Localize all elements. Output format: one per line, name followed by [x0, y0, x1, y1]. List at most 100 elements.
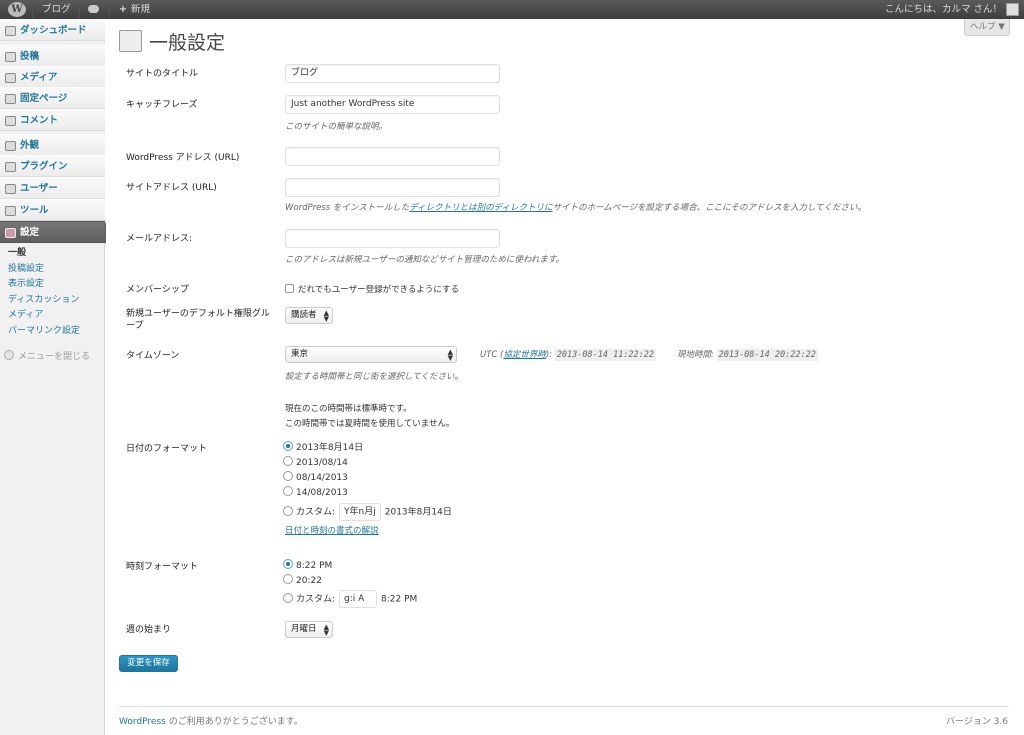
submenu-permalinks[interactable]: パーマリンク設定 [0, 324, 105, 340]
site-title-input[interactable]: ブログ [285, 64, 500, 83]
menu-pages[interactable]: 固定ページ [0, 87, 105, 109]
wordpress-logo-icon[interactable]: W [8, 2, 26, 17]
custom-label: カスタム: [296, 507, 336, 518]
desc-text: WordPress をインストールした [285, 203, 410, 213]
greeting-text[interactable]: こんにちは、カルマ さん！ [885, 0, 1002, 19]
date-format-option[interactable]: 08/14/2013 [283, 471, 348, 484]
menu-label: ダッシュボード [20, 25, 87, 36]
local-label: 現地時間: [677, 350, 714, 360]
submenu-discussion[interactable]: ディスカッション [0, 293, 105, 309]
select-arrows-icon: ▲ ▼ [323, 309, 329, 323]
submenu-media[interactable]: メディア [0, 308, 105, 324]
wp-address-label: WordPress アドレス (URL) [126, 153, 240, 163]
site-title-label: サイトのタイトル [126, 69, 199, 79]
menu-users[interactable]: ユーザー [0, 177, 105, 199]
avatar-icon[interactable] [1006, 3, 1019, 16]
menu-label: メディア [20, 72, 58, 83]
submenu-reading[interactable]: 表示設定 [0, 277, 105, 293]
plus-icon: + [119, 4, 127, 15]
comments-icon[interactable] [88, 5, 99, 13]
time-format-label: 時刻フォーマット [126, 562, 199, 572]
appearance-icon [5, 141, 16, 151]
local-time: 2013-08-14 20:22:22 [716, 349, 818, 361]
tagline-label: キャッチフレーズ [126, 100, 198, 110]
collapse-arrow-icon [4, 350, 14, 360]
wordpress-link[interactable]: WordPress [119, 717, 166, 727]
membership-checkbox[interactable] [285, 284, 294, 293]
email-input[interactable] [285, 229, 500, 248]
menu-tools[interactable]: ツール [0, 199, 105, 221]
menu-label: 外観 [20, 140, 40, 151]
date-format-option[interactable]: 2013年8月14日 [283, 441, 363, 454]
radio-button[interactable] [283, 471, 293, 481]
menu-comments[interactable]: コメント [0, 109, 105, 131]
date-format-option[interactable]: 2013/08/14 [283, 456, 348, 469]
help-tab-button[interactable]: ヘルプ ▼ [964, 19, 1010, 36]
option-label: 20:22 [296, 576, 322, 586]
menu-label: プラグイン [20, 161, 68, 172]
option-label: 14/08/2013 [296, 488, 348, 498]
submenu-general[interactable]: 一般 [0, 246, 105, 262]
timezone-utc: UTC (協定世界時): 2013-08-14 11:22:22 [480, 348, 657, 361]
custom-time-input[interactable]: g:i A [339, 590, 378, 608]
default-role-select[interactable]: 購読者 ▲ ▼ [285, 307, 333, 324]
time-format-option[interactable]: 8:22 PM [283, 559, 332, 572]
utc-link[interactable]: 協定世界時 [503, 350, 546, 360]
site-address-description: WordPress をインストールしたディレクトリとは別のディレクトリにサイトの… [285, 201, 866, 213]
utc-close: ): [545, 350, 553, 360]
membership-label: メンバーシップ [126, 285, 189, 295]
site-name-link[interactable]: ブログ [42, 0, 71, 19]
settings-page-icon [119, 30, 142, 52]
date-format-custom[interactable]: カスタム: Y年n月j 2013年8月14日 [283, 503, 452, 521]
radio-button[interactable] [283, 505, 293, 516]
menu-label: ツール [20, 205, 49, 216]
save-changes-button[interactable]: 変更を保存 [119, 655, 178, 672]
option-label: 2013/08/14 [296, 458, 348, 468]
pin-icon [5, 52, 16, 62]
menu-label: ユーザー [20, 183, 58, 194]
utc-label: UTC ( [480, 350, 504, 360]
timezone-value: 東京 [291, 349, 309, 359]
start-of-week-label: 週の始まり [126, 625, 172, 635]
tagline-input[interactable]: Just another WordPress site [285, 95, 500, 114]
tools-icon [5, 206, 16, 216]
separate-directory-link[interactable]: ディレクトリとは別のディレクトリに [409, 203, 552, 213]
radio-button[interactable] [283, 559, 293, 569]
radio-button[interactable] [283, 456, 293, 466]
membership-option[interactable]: だれでもユーザー登録ができるようにする [285, 283, 459, 295]
radio-button[interactable] [283, 574, 293, 584]
new-content-label: 新規 [130, 4, 150, 15]
date-time-doc-link[interactable]: 日付と時刻の書式の解説 [285, 524, 379, 536]
new-content-button[interactable]: + 新規 [119, 0, 150, 19]
date-format-option[interactable]: 14/08/2013 [283, 486, 348, 499]
timezone-select[interactable]: 東京 ▲ ▼ [285, 346, 457, 363]
radio-button[interactable] [283, 592, 293, 603]
collapse-menu-button[interactable]: メニューを閉じる [4, 349, 90, 362]
wp-address-input[interactable] [285, 147, 500, 166]
separator [32, 0, 33, 19]
menu-plugins[interactable]: プラグイン [0, 155, 105, 177]
radio-button[interactable] [283, 486, 293, 496]
select-arrows-icon: ▲ ▼ [323, 623, 329, 637]
menu-dashboard[interactable]: ダッシュボード [0, 19, 105, 41]
start-of-week-select[interactable]: 月曜日 ▲ ▼ [285, 621, 333, 638]
page-icon [5, 94, 16, 104]
footer-divider [119, 706, 1009, 707]
admin-menu: ダッシュボード 投稿 メディア 固定ページ コメント 外観 プラグイン ユーザー… [0, 19, 113, 735]
footer-thanks: WordPress のご利用ありがとうございます。 [119, 714, 303, 727]
menu-posts[interactable]: 投稿 [0, 45, 105, 67]
time-format-custom[interactable]: カスタム: g:i A 8:22 PM [283, 590, 417, 608]
time-format-option[interactable]: 20:22 [283, 574, 322, 587]
menu-media[interactable]: メディア [0, 66, 105, 88]
timezone-note-dst: この時間帯では夏時間を使用していません。 [285, 419, 455, 429]
menu-appearance[interactable]: 外観 [0, 134, 105, 156]
default-role-value: 購読者 [291, 310, 317, 320]
radio-button[interactable] [283, 441, 293, 451]
menu-settings[interactable]: 設定 [0, 221, 113, 244]
menu-label: コメント [20, 115, 59, 126]
site-address-input[interactable] [285, 178, 500, 197]
submenu-writing[interactable]: 投稿設定 [0, 262, 105, 278]
custom-date-input[interactable]: Y年n月j [339, 503, 381, 521]
default-role-label: 新規ユーザーのデフォルト権限グループ [126, 309, 270, 331]
doc-link[interactable]: 日付と時刻の書式の解説 [285, 526, 379, 536]
